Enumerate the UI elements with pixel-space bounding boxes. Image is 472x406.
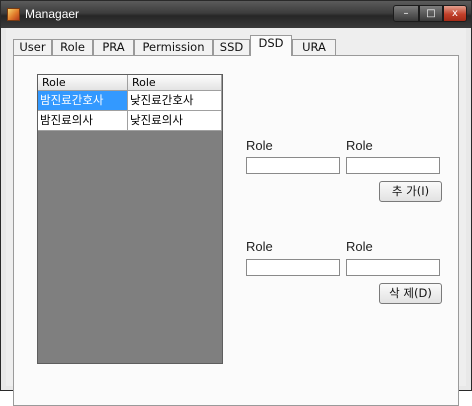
column-header-role-1[interactable]: Role	[38, 75, 128, 91]
delete-role-1-field[interactable]	[246, 259, 340, 276]
role-pair-grid[interactable]: Role Role 밤진료간호사 낮진료간호사 밤진료의사 낮진료의사	[37, 74, 223, 364]
tab-role[interactable]: Role	[52, 39, 93, 55]
delete-role-2-label: Role	[346, 239, 373, 254]
add-role-2-label: Role	[346, 138, 373, 153]
add-button[interactable]: 추 가(I)	[379, 181, 442, 202]
tab-ura[interactable]: URA	[292, 39, 336, 55]
main-window: Managaer – □ x User Role PRA Permission …	[0, 0, 472, 406]
delete-button[interactable]: 삭 제(D)	[379, 283, 442, 304]
app-icon	[7, 8, 20, 21]
grid-cell[interactable]: 밤진료의사	[38, 111, 128, 131]
delete-role-1-label: Role	[246, 239, 273, 254]
tab-user[interactable]: User	[13, 39, 52, 55]
add-role-2-field[interactable]	[346, 157, 440, 174]
column-header-role-2[interactable]: Role	[128, 75, 222, 91]
add-role-1-field[interactable]	[246, 157, 340, 174]
grid-cell[interactable]: 낮진료간호사	[128, 91, 222, 111]
grid-cell[interactable]: 밤진료간호사	[38, 91, 128, 111]
close-button[interactable]: x	[443, 5, 467, 22]
delete-role-2-field[interactable]	[346, 259, 440, 276]
client-area: User Role PRA Permission SSD DSD URA Rol…	[6, 28, 466, 406]
tab-page-dsd: Role Role 밤진료간호사 낮진료간호사 밤진료의사 낮진료의사 Role…	[13, 55, 459, 406]
window-title: Managaer	[25, 7, 80, 21]
tab-permission[interactable]: Permission	[134, 39, 213, 55]
tab-pra[interactable]: PRA	[93, 39, 134, 55]
tab-ssd[interactable]: SSD	[213, 39, 250, 55]
add-role-1-label: Role	[246, 138, 273, 153]
grid-cell[interactable]: 낮진료의사	[128, 111, 222, 131]
title-bar[interactable]: Managaer – □ x	[1, 1, 471, 28]
tab-dsd[interactable]: DSD	[250, 35, 292, 56]
minimize-button[interactable]: –	[393, 5, 419, 22]
maximize-button[interactable]: □	[419, 5, 443, 22]
